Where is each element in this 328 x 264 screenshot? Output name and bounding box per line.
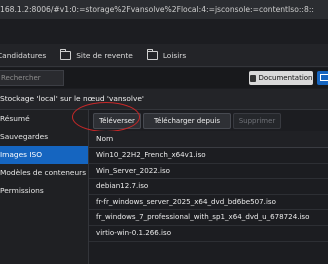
sidebar-item-summary[interactable]: Résumé bbox=[0, 110, 88, 128]
console-button[interactable] bbox=[317, 71, 328, 85]
table-row[interactable]: fr-fr_windows_server_2025_x64_dvd_bd6be5… bbox=[89, 195, 328, 211]
content-toolbar: Téléverser Télécharger depuis l'URL Supp… bbox=[89, 110, 328, 139]
bookmark-label: Candidatures bbox=[0, 50, 47, 60]
download-url-button[interactable]: Télécharger depuis l'URL bbox=[143, 113, 231, 139]
app-header: Rechercher Documentation bbox=[0, 68, 328, 88]
delete-button: Supprimer bbox=[233, 113, 281, 129]
table-row[interactable]: fr_windows_7_professional_with_sp1_x64_d… bbox=[89, 210, 328, 226]
table-row[interactable]: Win_Server_2022.iso bbox=[89, 164, 328, 180]
sidebar-item-ct-templates[interactable]: Modèles de conteneurs bbox=[0, 164, 88, 182]
documentation-button[interactable]: Documentation bbox=[249, 71, 313, 85]
bookmark-candidatures[interactable]: Candidatures bbox=[0, 51, 46, 60]
storage-sidebar: Résumé Sauvegardes Images ISO Modèles de… bbox=[0, 110, 89, 264]
table-row[interactable]: virtio-win-0.1.266.iso bbox=[89, 226, 328, 242]
bookmark-site-de-revente[interactable]: Site de revente bbox=[60, 48, 133, 60]
bookmark-loisirs[interactable]: Loisirs bbox=[146, 48, 187, 60]
folder-icon bbox=[146, 48, 158, 60]
documentation-label: Documentation bbox=[258, 74, 313, 82]
column-header-name[interactable]: Nom bbox=[89, 131, 328, 148]
search-input[interactable]: Rechercher bbox=[0, 70, 64, 86]
address-bar[interactable]: 168.1.2:8006/#v1:0:=storage%2Fvansolve%2… bbox=[0, 0, 328, 19]
sidebar-item-permissions[interactable]: Permissions bbox=[0, 182, 88, 200]
sidebar-item-backups[interactable]: Sauvegardes bbox=[0, 128, 88, 146]
iso-grid: Nom Win10_22H2_French_x64v1.iso Win_Serv… bbox=[89, 131, 328, 264]
upload-button[interactable]: Téléverser bbox=[93, 113, 141, 129]
folder-icon bbox=[60, 48, 72, 60]
sidebar-item-iso-images[interactable]: Images ISO bbox=[0, 146, 88, 164]
bookmark-label: Site de revente bbox=[76, 50, 133, 60]
bookmark-label: Loisirs bbox=[162, 50, 187, 60]
bookmarks-bar: Candidatures Site de revente Loisirs bbox=[0, 44, 328, 67]
panel-title: Stockage 'local' sur le nœud 'vansolve' bbox=[0, 89, 328, 110]
table-row[interactable]: debian12.7.iso bbox=[89, 179, 328, 195]
table-row[interactable]: Win10_22H2_French_x64v1.iso bbox=[89, 148, 328, 164]
book-icon bbox=[249, 74, 256, 82]
